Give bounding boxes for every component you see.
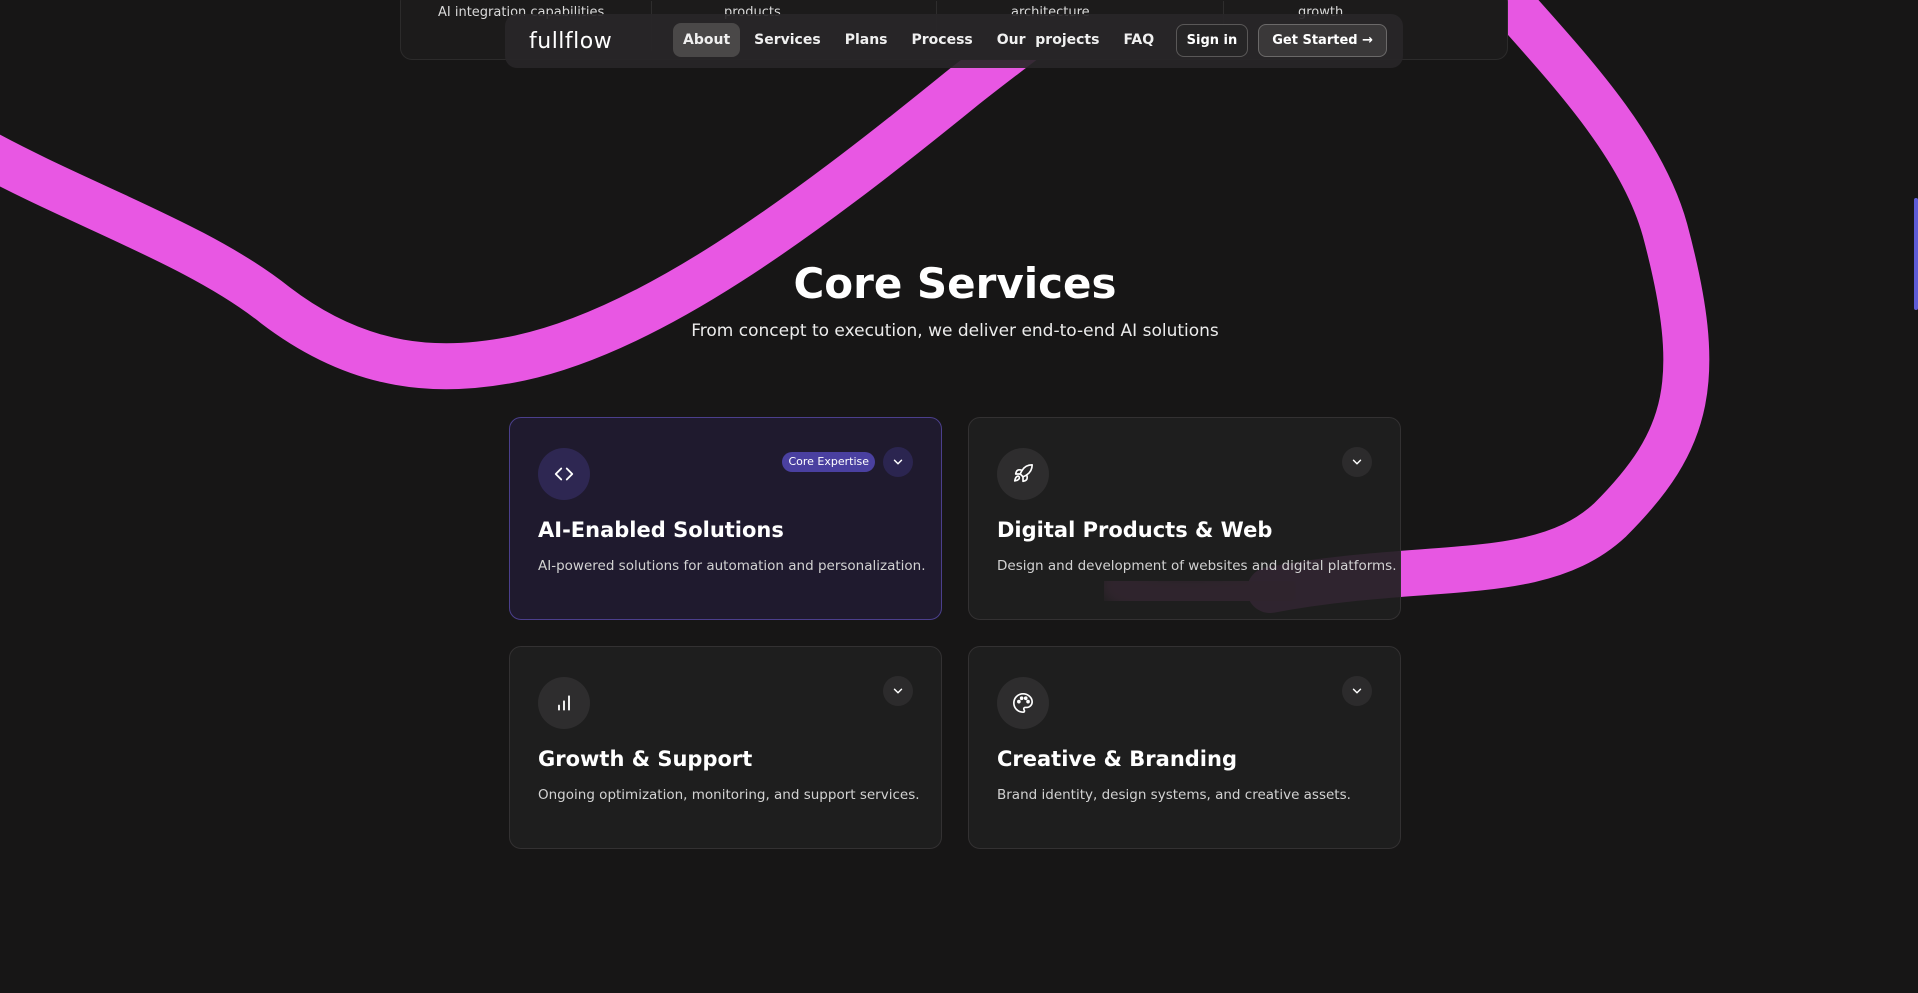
sign-in-button[interactable]: Sign in <box>1175 24 1249 57</box>
brand-logo[interactable]: fullflow <box>529 28 612 54</box>
rocket-icon <box>997 448 1049 500</box>
chevron-down-icon[interactable] <box>1342 447 1372 477</box>
service-card-digital-products[interactable]: Digital Products & Web Design and develo… <box>968 417 1401 620</box>
nav-link-process[interactable]: Process <box>902 23 983 57</box>
card-description: AI-powered solutions for automation and … <box>538 558 926 574</box>
page: AI integration capabilities products arc… <box>0 0 1918 993</box>
card-title: Digital Products & Web <box>997 518 1273 542</box>
nav-link-our-projects[interactable]: Our projects <box>987 23 1110 57</box>
top-navbar: fullflow About Services Plans Process Ou… <box>505 14 1403 68</box>
card-title: AI-Enabled Solutions <box>538 518 784 542</box>
nav-link-faq[interactable]: FAQ <box>1113 23 1164 57</box>
decorative-stroke <box>0 0 1710 617</box>
section-title: Core Services <box>793 259 1117 308</box>
service-card-ai-enabled[interactable]: Core Expertise AI-Enabled Solutions AI-p… <box>509 417 942 620</box>
nav-link-services[interactable]: Services <box>744 23 831 57</box>
card-title: Growth & Support <box>538 747 753 771</box>
section-subtitle: From concept to execution, we deliver en… <box>691 321 1219 341</box>
chevron-down-icon[interactable] <box>883 447 913 477</box>
card-description: Design and development of websites and d… <box>997 558 1397 574</box>
brand-logo-text: fullflow <box>529 28 613 54</box>
card-description: Brand identity, design systems, and crea… <box>997 787 1351 803</box>
get-started-button[interactable]: Get Started → <box>1258 24 1387 57</box>
chevron-down-icon[interactable] <box>883 676 913 706</box>
nav-actions: Sign in Get Started → <box>1175 24 1387 57</box>
service-card-creative-branding[interactable]: Creative & Branding Brand identity, desi… <box>968 646 1401 849</box>
card-title: Creative & Branding <box>997 747 1237 771</box>
bar-chart-icon <box>538 677 590 729</box>
code-icon <box>538 448 590 500</box>
nav-link-plans[interactable]: Plans <box>835 23 898 57</box>
scrollbar-thumb[interactable] <box>1914 198 1918 310</box>
chevron-down-icon[interactable] <box>1342 676 1372 706</box>
core-expertise-badge: Core Expertise <box>782 452 875 472</box>
card-description: Ongoing optimization, monitoring, and su… <box>538 787 920 803</box>
palette-icon <box>997 677 1049 729</box>
service-card-growth-support[interactable]: Growth & Support Ongoing optimization, m… <box>509 646 942 849</box>
nav-link-about[interactable]: About <box>673 23 741 57</box>
nav-links: About Services Plans Process Our project… <box>673 23 1164 57</box>
